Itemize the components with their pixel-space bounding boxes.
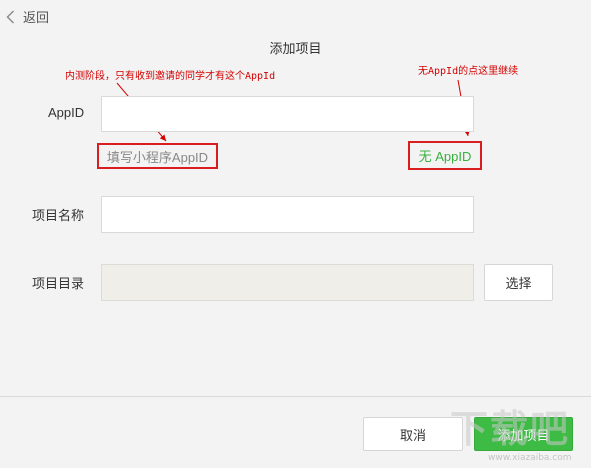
no-appid-link[interactable]: 无 AppID [408, 141, 482, 170]
watermark-logo: 下载吧 [450, 407, 571, 451]
cancel-button[interactable]: 取消 [363, 417, 463, 451]
footer-divider [0, 396, 591, 397]
appid-hint: 填写小程序AppID [97, 143, 218, 169]
appid-label: AppID [48, 105, 85, 120]
project-dir-label: 项目目录 [32, 276, 85, 291]
choose-dir-button[interactable]: 选择 [484, 264, 553, 301]
project-name-label: 项目名称 [32, 208, 85, 223]
project-dir-input[interactable] [101, 264, 474, 301]
watermark-url: www.xiazaiba.com [488, 453, 572, 463]
project-name-input[interactable] [101, 196, 474, 233]
appid-input[interactable] [101, 96, 474, 132]
